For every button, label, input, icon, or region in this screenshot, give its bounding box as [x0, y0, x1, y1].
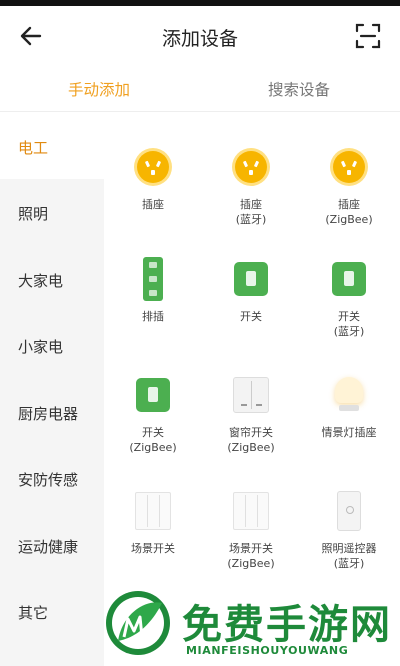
device-power-strip[interactable]: 排插 [104, 257, 202, 324]
device-light-remote-bluetooth[interactable]: 照明遥控器 (蓝牙) [300, 489, 398, 571]
sidebar-item-other[interactable]: 其它 [0, 578, 104, 644]
watermark-subtitle: MIANFEISHOUYOUWANG [186, 644, 349, 657]
device-scene-switch[interactable]: 场景开关 [104, 489, 202, 556]
device-name: 窗帘开关 [229, 426, 273, 439]
sidebar-item-label: 照明 [18, 205, 49, 223]
header: 添加设备 [0, 6, 400, 64]
device-name: 开关 [338, 310, 360, 323]
scene-switch-icon [135, 492, 171, 530]
device-sub: (蓝牙) [235, 213, 267, 226]
tab-search-device[interactable]: 搜索设备 [268, 78, 330, 100]
device-sub: (ZigBee) [325, 213, 373, 226]
device-sub: (蓝牙) [333, 325, 365, 338]
sidebar-item-label: 安防传感 [18, 471, 79, 489]
device-name: 排插 [142, 310, 164, 323]
power-strip-icon [143, 257, 163, 301]
sidebar-item-electrician[interactable]: 电工 [0, 113, 104, 179]
device-switch[interactable]: 开关 [202, 257, 300, 324]
page-title: 添加设备 [161, 28, 238, 50]
remote-icon [337, 491, 361, 531]
scan-icon[interactable] [354, 22, 382, 50]
sidebar-item-large-appliance[interactable]: 大家电 [0, 246, 104, 312]
sidebar-item-label: 大家电 [18, 272, 64, 290]
plug-icon [235, 151, 267, 183]
device-curtain-switch-zigbee[interactable]: 窗帘开关 (ZigBee) [202, 373, 300, 455]
sidebar-item-security[interactable]: 安防传感 [0, 445, 104, 511]
watermark-title: 免费手游网 [182, 602, 392, 648]
device-name: 插座 [338, 198, 360, 211]
switch-icon [234, 262, 268, 296]
tab-manual-add[interactable]: 手动添加 [68, 78, 130, 100]
plug-icon [333, 151, 365, 183]
curtain-switch-icon [233, 377, 269, 413]
plug-icon [137, 151, 169, 183]
sidebar-item-label: 小家电 [18, 338, 64, 356]
sidebar-item-lighting[interactable]: 照明 [0, 179, 104, 245]
lamp-icon [333, 375, 365, 415]
device-name: 场景开关 [131, 542, 175, 555]
device-name: 插座 [142, 198, 164, 211]
device-switch-bluetooth[interactable]: 开关 (蓝牙) [300, 257, 398, 339]
sidebar-item-label: 电工 [18, 139, 49, 157]
sidebar-item-label: 其它 [18, 604, 49, 622]
switch-icon [332, 262, 366, 296]
sidebar-item-label: 运动健康 [18, 538, 79, 556]
device-socket-bluetooth[interactable]: 插座 (蓝牙) [202, 145, 300, 227]
switch-icon [136, 378, 170, 412]
category-sidebar: 电工 照明 大家电 小家电 厨房电器 安防传感 运动健康 其它 [0, 113, 104, 666]
device-name: 开关 [240, 310, 262, 323]
watermark-logo-icon [106, 591, 170, 655]
device-name: 开关 [142, 426, 164, 439]
device-name: 场景开关 [229, 542, 273, 555]
sidebar-item-small-appliance[interactable]: 小家电 [0, 312, 104, 378]
device-grid: 插座 插座 (蓝牙) 插座 (ZigBee) 排插 开关 开关 (蓝牙) 开关 (Zig… [104, 113, 400, 666]
device-name: 插座 [240, 198, 262, 211]
tab-bar: 手动添加 搜索设备 [0, 64, 400, 112]
sidebar-item-label: 厨房电器 [18, 405, 79, 423]
sidebar-item-fitness[interactable]: 运动健康 [0, 512, 104, 578]
device-name: 情景灯插座 [321, 426, 377, 439]
device-sub: (ZigBee) [227, 441, 275, 454]
device-scene-switch-zigbee[interactable]: 场景开关 (ZigBee) [202, 489, 300, 571]
device-switch-zigbee[interactable]: 开关 (ZigBee) [104, 373, 202, 455]
device-name: 照明遥控器 [321, 542, 377, 555]
device-sub: (ZigBee) [227, 557, 275, 570]
device-sub: (蓝牙) [333, 557, 365, 570]
device-socket-zigbee[interactable]: 插座 (ZigBee) [300, 145, 398, 227]
sidebar-item-kitchen[interactable]: 厨房电器 [0, 379, 104, 445]
device-mood-lamp-socket[interactable]: 情景灯插座 [300, 373, 398, 440]
device-socket[interactable]: 插座 [104, 145, 202, 212]
scene-switch-icon [233, 492, 269, 530]
device-sub: (ZigBee) [129, 441, 177, 454]
